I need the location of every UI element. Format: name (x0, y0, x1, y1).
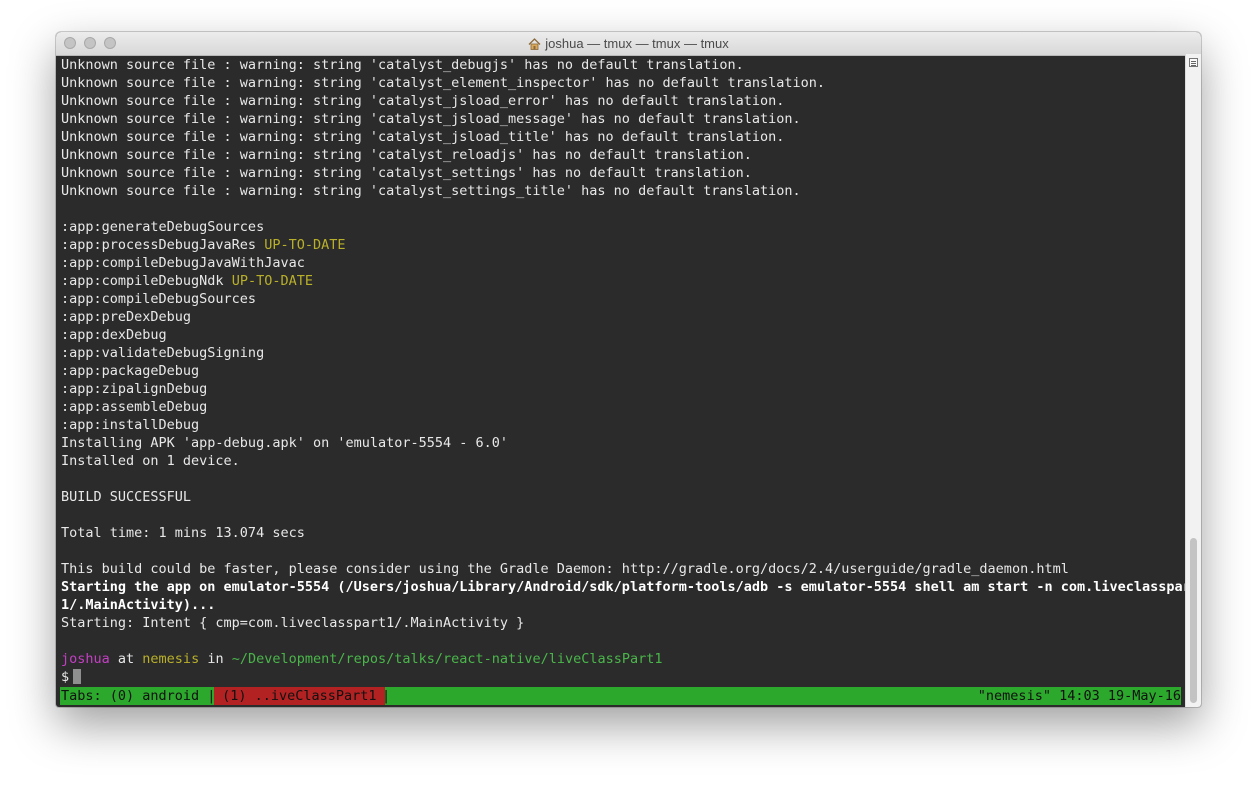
task-status: UP-TO-DATE (231, 273, 313, 289)
tab-separator: | (382, 688, 391, 704)
scrollbar-menu-icon[interactable] (1189, 58, 1198, 67)
warning-line: Unknown source file : warning: string 'c… (61, 129, 785, 145)
task-line: :app:installDebug (61, 416, 199, 434)
home-icon (528, 38, 541, 53)
starting-app-line-cont: 1/.MainActivity)... (61, 597, 216, 613)
task-line: :app:compileDebugNdk UP-TO-DATE (61, 272, 313, 290)
warning-line: Unknown source file : warning: string 'c… (61, 57, 744, 73)
daemon-hint: This build could be faster, please consi… (61, 561, 1069, 577)
tab-liveclasspart1-active[interactable]: (1) ..iveClassPart1 (214, 687, 385, 705)
prompt-in: in (199, 651, 232, 667)
terminal-output[interactable]: Unknown source file : warning: string 'c… (61, 56, 1199, 686)
warning-line: Unknown source file : warning: string 'c… (61, 183, 801, 199)
task-name: :app:dexDebug (61, 327, 167, 343)
task-line: :app:preDexDebug (61, 308, 191, 326)
vertical-scrollbar[interactable] (1185, 54, 1201, 707)
prompt-symbol: $ (61, 669, 70, 685)
task-line: :app:dexDebug (61, 326, 167, 344)
prompt-at: at (109, 651, 143, 667)
terminal-window: joshua — tmux — tmux — tmux Unknown sour… (56, 32, 1201, 707)
status-host-time: "nemesis" 14:03 19-May-16 (977, 688, 1181, 704)
installed-line: Installed on 1 device. (61, 453, 240, 469)
task-name: :app:validateDebugSigning (61, 345, 265, 361)
task-line: :app:zipalignDebug (61, 380, 207, 398)
warning-line: Unknown source file : warning: string 'c… (61, 111, 801, 127)
task-name: :app:generateDebugSources (61, 219, 265, 235)
task-status: UP-TO-DATE (264, 237, 346, 253)
task-name: :app:installDebug (61, 417, 200, 433)
task-name: :app:packageDebug (61, 363, 200, 379)
total-time: Total time: 1 mins 13.074 secs (61, 525, 305, 541)
task-name: :app:zipalignDebug (61, 381, 208, 397)
intent-line: Starting: Intent { cmp=com.liveclasspart… (61, 615, 525, 631)
prompt-info: joshua at nemesis in ~/Development/repos… (61, 650, 663, 668)
tab-android[interactable]: Tabs: (0) android | (61, 687, 215, 705)
warning-line: Unknown source file : warning: string 'c… (61, 75, 826, 91)
task-name: :app:compileDebugSources (61, 291, 257, 307)
window-title: joshua — tmux — tmux — tmux (56, 36, 1201, 53)
warning-line: Unknown source file : warning: string 'c… (61, 147, 752, 163)
task-name: :app:assembleDebug (61, 399, 208, 415)
warning-line: Unknown source file : warning: string 'c… (61, 93, 785, 109)
warning-line: Unknown source file : warning: string 'c… (61, 165, 752, 181)
task-line: :app:processDebugJavaRes UP-TO-DATE (61, 236, 346, 254)
title-bar[interactable]: joshua — tmux — tmux — tmux (56, 32, 1201, 56)
prompt-path: ~/Development/repos/talks/react-native/l… (231, 651, 663, 667)
installing-line: Installing APK 'app-debug.apk' on 'emula… (61, 435, 509, 451)
build-result: BUILD SUCCESSFUL (61, 489, 192, 505)
starting-app-line: Starting the app on emulator-5554 (/User… (61, 579, 1199, 595)
task-line: :app:validateDebugSigning (61, 344, 264, 362)
prompt-user: joshua (61, 651, 110, 667)
task-line: :app:compileDebugSources (61, 290, 256, 308)
prompt-host: nemesis (142, 651, 200, 667)
task-name: :app:processDebugJavaRes (61, 237, 257, 253)
command-line[interactable]: $ (61, 668, 82, 686)
window-title-text: joshua — tmux — tmux — tmux (545, 36, 729, 51)
task-name: :app:compileDebugNdk (61, 273, 224, 289)
text-cursor (73, 669, 82, 684)
scrollbar-thumb[interactable] (1190, 538, 1197, 703)
tmux-status-bar: Tabs: (0) android | (1) ..iveClassPart1 … (60, 687, 1181, 705)
task-name: :app:compileDebugJavaWithJavac (61, 255, 305, 271)
task-name: :app:preDexDebug (61, 309, 192, 325)
task-line: :app:packageDebug (61, 362, 199, 380)
task-line: :app:assembleDebug (61, 398, 207, 416)
task-line: :app:compileDebugJavaWithJavac (61, 254, 305, 272)
task-line: :app:generateDebugSources (61, 218, 264, 236)
